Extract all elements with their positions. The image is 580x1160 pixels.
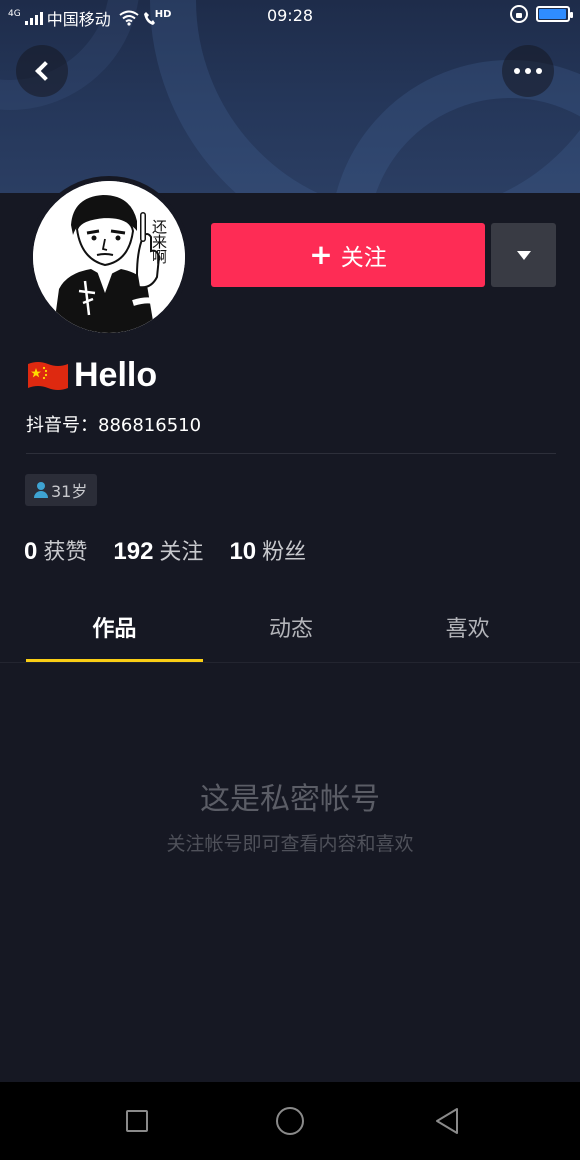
nickname: Hello	[74, 356, 158, 394]
private-account-subtitle: 关注帐号即可查看内容和喜欢	[166, 833, 414, 855]
more-dots-icon	[514, 68, 542, 74]
battery-icon	[536, 6, 573, 22]
tab-likes[interactable]: 喜欢	[379, 600, 556, 662]
private-account-title: 这是私密帐号	[200, 782, 380, 817]
tabs-divider	[0, 662, 580, 663]
follow-label: 关注	[340, 245, 387, 271]
system-nav-bar	[0, 1082, 580, 1160]
more-button[interactable]	[502, 45, 554, 97]
battery-fill	[539, 9, 566, 19]
caret-down-icon	[516, 250, 531, 260]
recommend-dropdown-button[interactable]	[491, 223, 556, 287]
rotation-lock-icon	[510, 5, 528, 23]
profile-tabs: 作品 动态 喜欢	[26, 600, 556, 662]
avatar-illustration: 还来啊	[33, 181, 185, 333]
age-tag: 31岁	[25, 474, 98, 506]
avatar-caption: 还来啊	[150, 219, 168, 264]
stat-following[interactable]: 192 关注	[113, 534, 203, 566]
douyin-id: 抖音号：886816510	[26, 415, 202, 436]
nickname-row: Hello	[26, 356, 157, 395]
avatar[interactable]: 还来啊	[28, 176, 190, 338]
home-icon[interactable]	[276, 1107, 304, 1135]
stat-value: 192	[113, 538, 154, 565]
stat-label: 关注	[159, 540, 204, 565]
status-time: 09:28	[266, 6, 314, 25]
divider	[26, 453, 556, 454]
stat-value: 10	[229, 538, 257, 565]
stat-followers[interactable]: 10 粉丝	[229, 534, 306, 566]
recents-icon[interactable]	[126, 1110, 148, 1132]
back-triangle-icon[interactable]	[433, 1106, 461, 1136]
profile-screen: 4G 中国移动 HD 09:28 还来啊 + 关注 Hello 抖音号：8868…	[0, 0, 580, 1082]
follow-button[interactable]: + 关注	[211, 223, 485, 287]
stats-row: 0 获赞 192 关注 10 粉丝	[24, 534, 332, 566]
status-bar: 4G 中国移动 HD 09:28	[0, 0, 580, 32]
tab-moments[interactable]: 动态	[203, 600, 380, 662]
china-flag-icon	[26, 360, 70, 392]
back-button[interactable]	[16, 45, 68, 97]
stat-value: 0	[24, 538, 38, 565]
stat-likes: 0 获赞	[24, 534, 87, 566]
plus-icon: +	[309, 238, 333, 271]
age-label: 31岁	[51, 482, 88, 501]
person-icon	[34, 482, 48, 498]
stat-label: 粉丝	[262, 540, 307, 565]
stat-label: 获赞	[43, 540, 88, 565]
tab-works[interactable]: 作品	[26, 600, 203, 662]
chevron-left-icon	[35, 61, 55, 81]
